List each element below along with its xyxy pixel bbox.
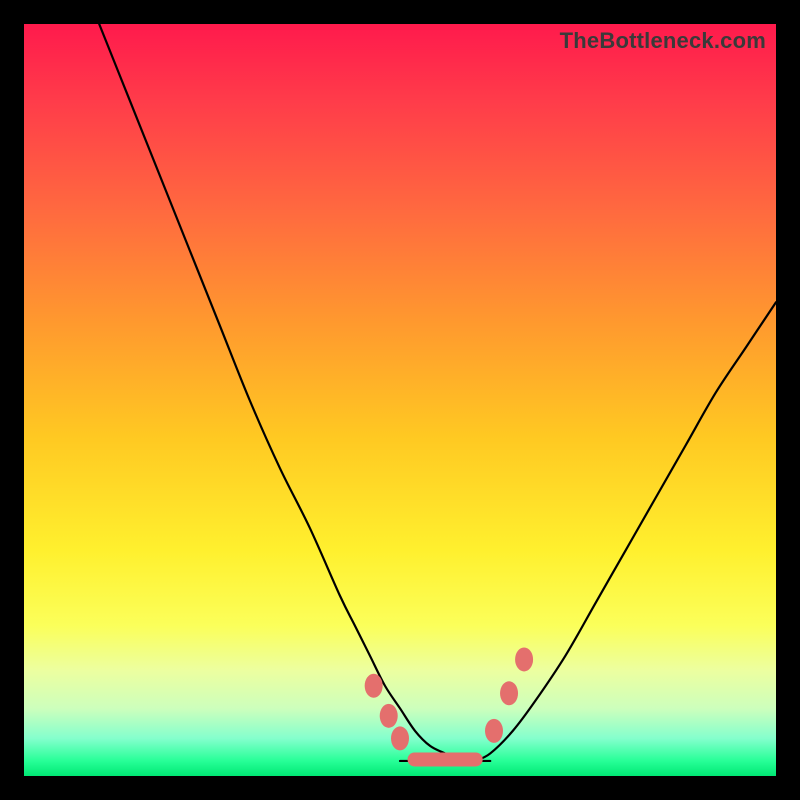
chart-frame: TheBottleneck.com [0,0,800,800]
curve-marker [380,704,398,728]
curve-marker [500,681,518,705]
curve-marker [408,752,483,766]
chart-svg [24,24,776,776]
chart-plot-area: TheBottleneck.com [24,24,776,776]
left-curve [99,24,475,762]
curve-marker [365,674,383,698]
curve-marker [485,719,503,743]
curve-marker [391,726,409,750]
right-curve [475,302,776,761]
curve-marker [515,647,533,671]
curve-marker-group [365,647,533,766]
